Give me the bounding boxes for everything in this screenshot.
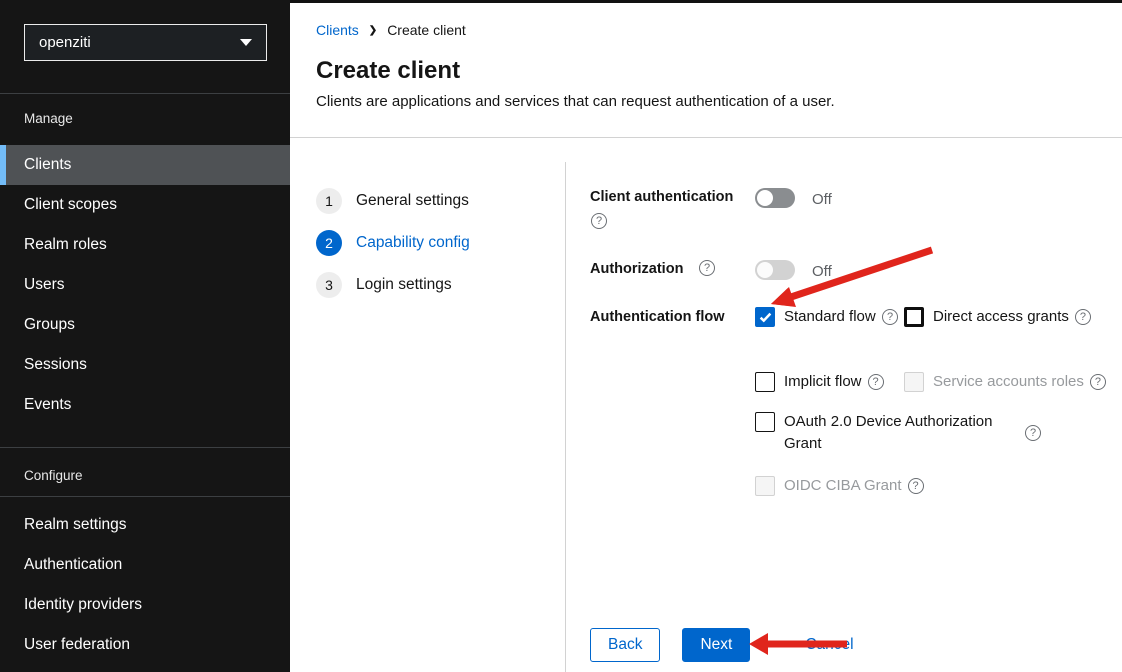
checkbox-disabled-icon [755, 476, 775, 496]
step-number: 1 [316, 188, 342, 214]
back-button[interactable]: Back [590, 628, 660, 662]
sidebar-item-realm-settings[interactable]: Realm settings [0, 505, 290, 545]
client-authentication-label: Client authentication [590, 189, 750, 205]
toggle-knob [757, 190, 773, 206]
breadcrumb-current: Create client [387, 22, 466, 38]
realm-selector-dropdown[interactable]: openziti [24, 24, 267, 61]
wizard-step-capability-config[interactable]: 2 Capability config [316, 230, 470, 256]
page-title: Create client [316, 57, 460, 85]
authentication-flow-label: Authentication flow [590, 309, 725, 325]
next-button[interactable]: Next [682, 628, 750, 662]
wizard-steps: 1 General settings 2 Capability config 3… [316, 188, 470, 298]
sidebar-item-authentication[interactable]: Authentication [0, 545, 290, 585]
sidebar: openziti Manage Clients Client scopes Re… [0, 0, 290, 672]
help-icon[interactable]: ? [1090, 374, 1106, 390]
help-icon[interactable]: ? [591, 213, 607, 229]
checkbox-disabled-icon [904, 372, 924, 392]
sidebar-item-realm-roles[interactable]: Realm roles [0, 225, 290, 265]
sidebar-section-manage: Manage [24, 111, 73, 126]
standard-flow-checkbox[interactable]: Standard flow ? [755, 306, 904, 328]
sidebar-item-user-federation[interactable]: User federation [0, 625, 290, 665]
authorization-value: Off [812, 263, 832, 280]
keycloak-create-client-page: openziti Manage Clients Client scopes Re… [0, 0, 1122, 672]
help-icon[interactable]: ? [1075, 309, 1091, 325]
client-authentication-value: Off [812, 191, 832, 208]
checkbox-label: OIDC CIBA Grant [784, 475, 902, 497]
configure-nav-list: Realm settings Authentication Identity p… [0, 505, 290, 665]
cancel-link[interactable]: Cancel [805, 636, 853, 654]
page-subtitle: Clients are applications and services th… [316, 93, 835, 110]
oauth-device-authorization-grant-checkbox[interactable]: OAuth 2.0 Device Authorization Grant ? [755, 411, 1041, 455]
help-icon[interactable]: ? [882, 309, 898, 325]
sidebar-item-client-scopes[interactable]: Client scopes [0, 185, 290, 225]
sidebar-item-identity-providers[interactable]: Identity providers [0, 585, 290, 625]
wizard-vertical-divider [565, 162, 566, 672]
help-icon[interactable]: ? [1025, 425, 1041, 441]
client-authentication-toggle[interactable] [755, 188, 795, 208]
authorization-toggle [755, 260, 795, 280]
sidebar-item-sessions[interactable]: Sessions [0, 345, 290, 385]
step-label: Capability config [356, 234, 470, 252]
oidc-ciba-grant-checkbox: OIDC CIBA Grant ? [755, 475, 924, 497]
breadcrumb-clients-link[interactable]: Clients [316, 22, 359, 38]
checkbox-label: Direct access grants [933, 306, 1069, 328]
realm-name: openziti [39, 34, 240, 51]
toggle-knob [757, 262, 773, 278]
wizard-step-general-settings[interactable]: 1 General settings [316, 188, 470, 214]
wizard-footer: Back Next Cancel [590, 628, 854, 662]
manage-nav-list: Clients Client scopes Realm roles Users … [0, 145, 290, 425]
step-number: 2 [316, 230, 342, 256]
checkbox-icon[interactable] [904, 307, 924, 327]
sidebar-item-users[interactable]: Users [0, 265, 290, 305]
main-content: Clients ❯ Create client Create client Cl… [290, 0, 1122, 672]
chevron-right-icon: ❯ [369, 25, 377, 36]
checkbox-checked-icon[interactable] [755, 307, 775, 327]
checkbox-label: Implicit flow [784, 371, 862, 393]
header-divider [290, 137, 1122, 138]
sidebar-divider [0, 447, 290, 448]
step-label: General settings [356, 192, 469, 210]
checkbox-icon[interactable] [755, 412, 775, 432]
chevron-down-icon [240, 39, 252, 46]
sidebar-item-clients[interactable]: Clients [0, 145, 290, 185]
help-icon[interactable]: ? [868, 374, 884, 390]
sidebar-item-events[interactable]: Events [0, 385, 290, 425]
step-label: Login settings [356, 276, 452, 294]
wizard-step-login-settings[interactable]: 3 Login settings [316, 272, 470, 298]
direct-access-grants-checkbox[interactable]: Direct access grants ? [904, 306, 1091, 328]
service-accounts-roles-checkbox: Service accounts roles ? [904, 371, 1106, 393]
checkbox-label: Standard flow [784, 306, 876, 328]
help-icon[interactable]: ? [699, 260, 715, 276]
help-icon[interactable]: ? [908, 478, 924, 494]
authorization-label: Authorization [590, 261, 683, 277]
checkbox-label: Service accounts roles [933, 371, 1084, 393]
step-number: 3 [316, 272, 342, 298]
sidebar-item-groups[interactable]: Groups [0, 305, 290, 345]
checkbox-label: OAuth 2.0 Device Authorization Grant [784, 411, 1019, 455]
checkbox-icon[interactable] [755, 372, 775, 392]
sidebar-section-configure: Configure [24, 468, 83, 483]
breadcrumb: Clients ❯ Create client [316, 22, 466, 38]
sidebar-divider [0, 93, 290, 94]
sidebar-divider [0, 496, 290, 497]
implicit-flow-checkbox[interactable]: Implicit flow ? [755, 371, 904, 393]
